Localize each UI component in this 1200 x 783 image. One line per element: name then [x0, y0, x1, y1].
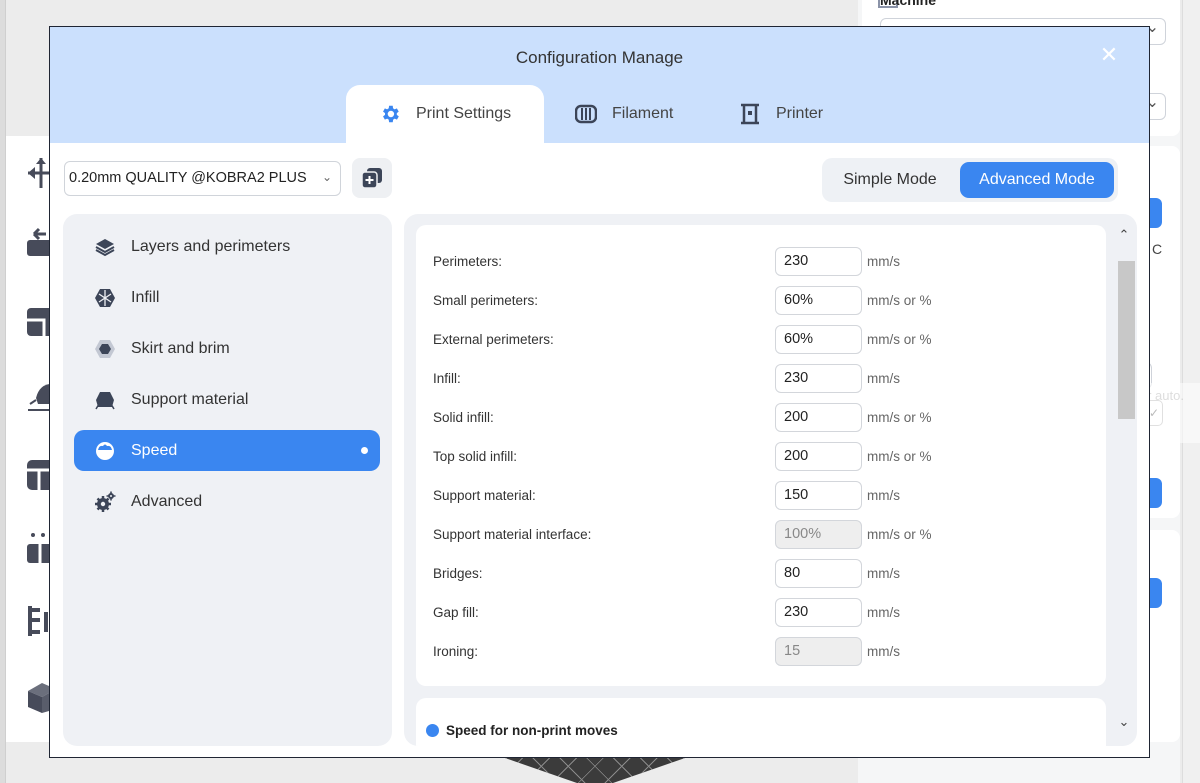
support-material-speed-input[interactable]: 150: [775, 481, 862, 510]
setting-row-support-material: Support material: 150 mm/s: [433, 481, 1093, 511]
content-scrollbar[interactable]: ⌃ ⌄: [1114, 219, 1135, 734]
ironing-speed-input: 15: [775, 637, 862, 666]
preset-select-value: 0.20mm QUALITY @KOBRA2 PLUS: [69, 170, 307, 186]
close-icon[interactable]: ✕: [1097, 43, 1121, 67]
infill-icon: [94, 287, 116, 309]
support-interface-speed-input: 100%: [775, 520, 862, 549]
solid-infill-speed-input[interactable]: 200: [775, 403, 862, 432]
section-title: Speed for non-print moves: [446, 723, 618, 738]
setting-unit: mm/s: [867, 371, 900, 386]
chevron-up-icon[interactable]: ⌃: [1116, 227, 1132, 243]
advanced-mode-button[interactable]: Advanced Mode: [960, 162, 1114, 198]
setting-label: Small perimeters:: [433, 293, 539, 308]
dialog-title: Configuration Manage: [515, 48, 684, 67]
setting-row-perimeters: Perimeters: 230 mm/s: [433, 247, 1093, 277]
advanced-gears-icon: [94, 491, 116, 513]
setting-unit: mm/s or %: [867, 449, 932, 464]
setting-row-ironing: Ironing: 15 mm/s: [433, 637, 1093, 667]
setting-label: Bridges:: [433, 566, 483, 581]
setting-row-top-solid-infill: Top solid infill: 200 mm/s or %: [433, 442, 1093, 472]
nav-item-speed[interactable]: Speed: [74, 430, 380, 471]
bridges-speed-input[interactable]: 80: [775, 559, 862, 588]
setting-row-solid-infill: Solid infill: 200 mm/s or %: [433, 403, 1093, 433]
setting-row-external-perimeters: External perimeters: 60% mm/s or %: [433, 325, 1093, 355]
tab-label: Print Settings: [416, 105, 512, 122]
non-print-moves-card: Speed for non-print moves: [416, 698, 1106, 746]
nav-item-label: Support material: [131, 390, 249, 408]
nav-item-label: Advanced: [131, 492, 203, 510]
setting-unit: mm/s or %: [867, 410, 932, 425]
speed-settings-card: Perimeters: 230 mm/s Small perimeters: 6…: [416, 225, 1106, 686]
preset-select[interactable]: 0.20mm QUALITY @KOBRA2 PLUS ⌄: [64, 161, 341, 196]
setting-unit: mm/s: [867, 254, 900, 269]
settings-category-nav: Layers and perimeters Infill Skirt and b…: [63, 214, 392, 746]
tab-print-settings[interactable]: Print Settings: [346, 85, 544, 143]
section-header: Speed for non-print moves: [426, 723, 618, 738]
section-bullet-icon: [426, 724, 439, 737]
setting-row-small-perimeters: Small perimeters: 60% mm/s or %: [433, 286, 1093, 316]
setting-unit: mm/s or %: [867, 293, 932, 308]
nav-item-label: Speed: [131, 441, 178, 459]
setting-row-support-interface: Support material interface: 100% mm/s or…: [433, 520, 1093, 550]
small-perimeters-speed-input[interactable]: 60%: [775, 286, 862, 315]
setting-unit: mm/s or %: [867, 332, 932, 347]
tab-label: Printer: [776, 105, 824, 122]
tab-label: Filament: [612, 105, 674, 122]
printer-icon: [739, 103, 761, 125]
nav-item-label: Skirt and brim: [131, 339, 230, 357]
setting-unit: mm/s: [867, 566, 900, 581]
setting-label: Perimeters:: [433, 254, 503, 269]
copy-preset-button[interactable]: [352, 158, 392, 198]
settings-content-panel: Perimeters: 230 mm/s Small perimeters: 6…: [404, 214, 1137, 746]
nav-item-infill[interactable]: Infill: [74, 277, 380, 318]
speed-icon: [94, 440, 116, 462]
nav-item-layers-perimeters[interactable]: Layers and perimeters: [74, 226, 380, 267]
skirt-brim-icon: [94, 338, 116, 360]
setting-label: Support material:: [433, 488, 536, 503]
setting-label: Top solid infill:: [433, 449, 518, 464]
scrollbar-thumb[interactable]: [1118, 261, 1135, 419]
setting-label: Gap fill:: [433, 605, 479, 620]
nav-item-support-material[interactable]: Support material: [74, 379, 380, 420]
tab-printer[interactable]: Printer: [739, 85, 823, 143]
chevron-down-icon: ⌄: [321, 170, 332, 184]
gap-fill-speed-input[interactable]: 230: [775, 598, 862, 627]
setting-unit: mm/s: [867, 605, 900, 620]
tab-filament[interactable]: Filament: [575, 85, 673, 143]
setting-row-bridges: Bridges: 80 mm/s: [433, 559, 1093, 589]
modified-indicator-dot: [361, 447, 368, 454]
infill-speed-input[interactable]: 230: [775, 364, 862, 393]
perimeters-speed-input[interactable]: 230: [775, 247, 862, 276]
setting-label: Infill:: [433, 371, 461, 386]
machine-label: Machine: [880, 0, 937, 8]
nav-item-advanced[interactable]: Advanced: [74, 481, 380, 522]
setting-unit: mm/s or %: [867, 527, 932, 542]
simple-mode-button[interactable]: Simple Mode: [826, 162, 954, 198]
nav-item-skirt-brim[interactable]: Skirt and brim: [74, 328, 380, 369]
setting-unit: mm/s: [867, 488, 900, 503]
external-perimeters-speed-input[interactable]: 60%: [775, 325, 862, 354]
setting-label: Support material interface:: [433, 527, 592, 542]
nav-item-label: Layers and perimeters: [131, 237, 291, 255]
support-icon: [94, 389, 116, 411]
setting-row-infill: Infill: 230 mm/s: [433, 364, 1093, 394]
setting-label: Ironing:: [433, 644, 479, 659]
bg-c-label: C: [1152, 241, 1163, 257]
filament-spool-icon: [575, 103, 597, 125]
copy-add-icon: [361, 168, 382, 189]
chevron-down-icon[interactable]: ⌄: [1116, 714, 1132, 730]
layers-icon: [94, 236, 116, 258]
setting-label: External perimeters:: [433, 332, 554, 347]
setting-row-gap-fill: Gap fill: 230 mm/s: [433, 598, 1093, 628]
nav-item-label: Infill: [131, 288, 160, 306]
gear-icon: [379, 103, 401, 125]
setting-label: Solid infill:: [433, 410, 494, 425]
dialog-header: Configuration Manage ✕ Print Settings Fi…: [50, 27, 1149, 143]
setting-unit: mm/s: [867, 644, 900, 659]
mode-toggle: Simple Mode Advanced Mode: [822, 158, 1118, 202]
top-solid-infill-speed-input[interactable]: 200: [775, 442, 862, 471]
configuration-dialog: Configuration Manage ✕ Print Settings Fi…: [49, 26, 1150, 758]
